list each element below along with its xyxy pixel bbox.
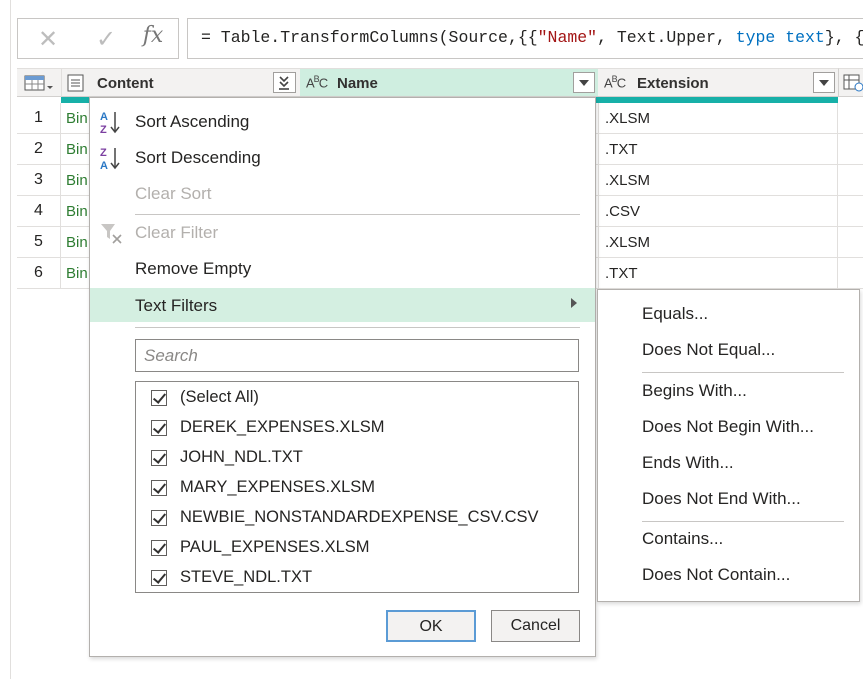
submenu-divider — [642, 521, 844, 522]
chevron-right-icon — [571, 298, 577, 308]
formula-token: , Text.Upper, — [597, 28, 736, 47]
column-header-extension[interactable]: ABC Extension — [598, 68, 838, 97]
clear-sort-item: Clear Sort — [90, 176, 595, 210]
ok-button[interactable]: OK — [386, 610, 476, 642]
text-filters-submenu: Equals... Does Not Equal... Begins With.… — [597, 289, 860, 602]
value-checkbox[interactable]: DEREK_EXPENSES.XLSM — [136, 413, 576, 443]
binary-type-icon — [67, 74, 84, 92]
checkbox-checked-icon[interactable] — [151, 540, 167, 556]
extension-cell[interactable]: .TXT — [598, 258, 838, 289]
value-checkbox[interactable]: NEWBIE_NONSTANDARDEXPENSE_CSV.CSV — [136, 503, 576, 533]
extension-cell[interactable]: .CSV — [598, 196, 838, 227]
value-checkbox[interactable]: JOHN_NDL.TXT — [136, 443, 576, 473]
formula-token: text — [785, 28, 825, 47]
column-label-name: Name — [337, 75, 378, 92]
extension-cell[interactable]: .TXT — [598, 134, 838, 165]
checkbox-checked-icon[interactable] — [151, 480, 167, 496]
checkbox-checked-icon[interactable] — [151, 570, 167, 586]
clear-sort-label: Clear Sort — [135, 184, 212, 203]
filter-dropdown-button[interactable] — [813, 72, 835, 93]
svg-text:A: A — [100, 160, 108, 171]
table-icon[interactable] — [24, 74, 54, 92]
svg-text:A: A — [100, 111, 108, 123]
left-border — [10, 0, 11, 679]
column-header-content[interactable]: Content — [61, 68, 300, 97]
extension-cell[interactable]: .XLSM — [598, 227, 838, 258]
row-number: 6 — [17, 258, 61, 289]
sort-descending-item[interactable]: Z A Sort Descending — [90, 140, 595, 174]
select-all-checkbox[interactable]: (Select All) — [136, 383, 576, 413]
sort-ascending-item[interactable]: A Z Sort Ascending — [90, 104, 595, 138]
table-menu-header[interactable] — [17, 68, 61, 97]
table-type-icon — [843, 74, 863, 92]
sort-descending-icon: Z A — [100, 147, 120, 171]
text-filters-label: Text Filters — [135, 296, 218, 315]
row-number: 1 — [17, 103, 61, 134]
filter-dropdown-button[interactable] — [573, 72, 595, 93]
checkbox-label: JOHN_NDL.TXT — [180, 448, 303, 466]
remove-empty-label: Remove Empty — [135, 259, 252, 278]
search-input[interactable]: Search — [135, 339, 579, 372]
text-type-icon: ABC — [306, 74, 328, 91]
submenu-divider — [642, 372, 844, 373]
checkbox-label: NEWBIE_NONSTANDARDEXPENSE_CSV.CSV — [180, 508, 539, 526]
menu-divider — [135, 327, 580, 328]
filter-menu: A Z Sort Ascending Z A Sort Descending C… — [89, 97, 596, 657]
formula-token: }, { — [824, 28, 863, 47]
row-number: 5 — [17, 227, 61, 258]
expand-icon[interactable] — [273, 72, 296, 93]
formula-token: "Name" — [537, 28, 598, 47]
contains-item[interactable]: Contains... — [642, 529, 723, 549]
checkbox-label: DEREK_EXPENSES.XLSM — [180, 418, 385, 436]
close-icon[interactable]: ✕ — [33, 25, 63, 54]
cancel-button[interactable]: Cancel — [491, 610, 580, 642]
svg-text:Z: Z — [100, 124, 107, 135]
svg-text:Z: Z — [100, 147, 107, 159]
formula-token — [775, 28, 785, 47]
remove-empty-item[interactable]: Remove Empty — [90, 251, 595, 285]
text-filters-item[interactable]: Text Filters — [90, 288, 595, 322]
value-checklist: (Select All) DEREK_EXPENSES.XLSM JOHN_NDL.… — [135, 381, 579, 593]
extension-cell[interactable]: .XLSM — [598, 103, 838, 134]
column-label-content: Content — [97, 75, 154, 92]
checkbox-checked-icon[interactable] — [151, 420, 167, 436]
check-icon[interactable]: ✓ — [91, 25, 121, 54]
checkbox-checked-icon[interactable] — [151, 390, 167, 406]
row-number: 4 — [17, 196, 61, 227]
checkbox-label: STEVE_NDL.TXT — [180, 568, 313, 586]
column-header-name[interactable]: ABC Name — [300, 68, 598, 97]
formula-buttons: ✕ ✓ fx — [17, 18, 179, 59]
checkbox-label: MARY_EXPENSES.XLSM — [180, 478, 376, 496]
clear-filter-icon — [101, 224, 122, 244]
does-not-end-with-item[interactable]: Does Not End With... — [642, 489, 801, 509]
does-not-contain-item[interactable]: Does Not Contain... — [642, 565, 790, 585]
ends-with-item[interactable]: Ends With... — [642, 453, 734, 473]
checkbox-label: (Select All) — [180, 388, 259, 406]
checkbox-label: PAUL_EXPENSES.XLSM — [180, 538, 370, 556]
formula-token: type — [735, 28, 776, 47]
value-checkbox[interactable]: PAUL_EXPENSES.XLSM — [136, 533, 576, 563]
does-not-equal-item[interactable]: Does Not Equal... — [642, 340, 775, 360]
column-label-extension: Extension — [637, 75, 709, 92]
sort-ascending-icon: A Z — [100, 111, 120, 135]
checkbox-checked-icon[interactable] — [151, 510, 167, 526]
text-type-icon: ABC — [604, 74, 626, 91]
value-checkbox[interactable]: STEVE_NDL.TXT — [136, 563, 576, 593]
begins-with-item[interactable]: Begins With... — [642, 381, 747, 401]
column-header-next[interactable] — [838, 68, 863, 97]
formula-token: = Table.TransformColumns(Source,{{ — [201, 28, 538, 47]
extension-cell[interactable]: .XLSM — [598, 165, 838, 196]
fx-icon[interactable]: fx — [138, 23, 168, 48]
checkbox-checked-icon[interactable] — [151, 450, 167, 466]
equals-item[interactable]: Equals... — [642, 304, 708, 324]
sort-descending-label: Sort Descending — [135, 148, 261, 167]
row-number: 2 — [17, 134, 61, 165]
formula-input[interactable]: = Table.TransformColumns(Source,{{"Name"… — [187, 18, 863, 59]
clear-filter-item: Clear Filter — [90, 215, 595, 249]
sort-ascending-label: Sort Ascending — [135, 112, 250, 131]
value-checkbox[interactable]: MARY_EXPENSES.XLSM — [136, 473, 576, 503]
clear-filter-label: Clear Filter — [135, 223, 219, 242]
does-not-begin-with-item[interactable]: Does Not Begin With... — [642, 417, 814, 437]
row-number: 3 — [17, 165, 61, 196]
